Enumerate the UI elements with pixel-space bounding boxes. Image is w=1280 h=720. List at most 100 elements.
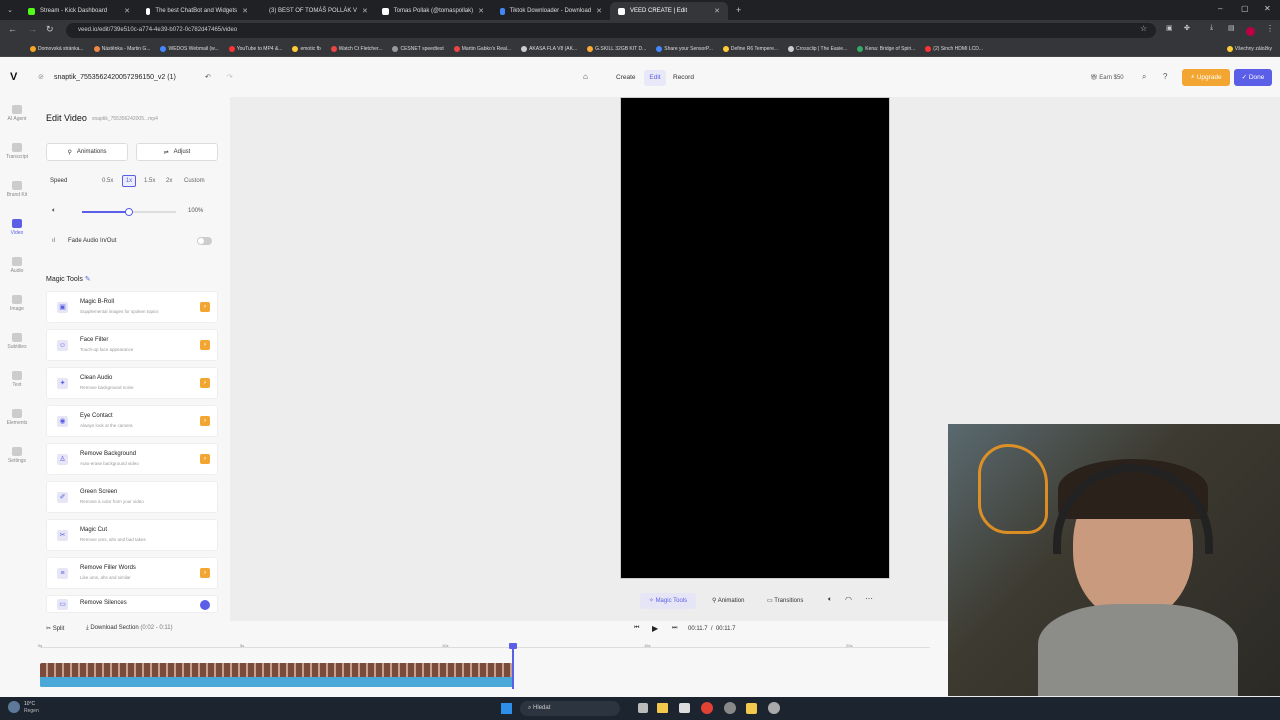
done-button[interactable]: ✓ Done	[1234, 69, 1272, 86]
home-icon[interactable]: ⌂	[583, 72, 588, 81]
speed-option-custom[interactable]: Custom	[184, 178, 205, 184]
project-title[interactable]: snaptik_7553562420057296150_v2 (1)	[54, 74, 176, 81]
tab-search-icon[interactable]: ⌄	[0, 6, 20, 14]
volume-knob[interactable]	[125, 208, 133, 216]
animation-button[interactable]: ⚲ Animation	[712, 597, 744, 604]
menu-icon[interactable]: ⋮	[1266, 24, 1274, 33]
bookmark-item[interactable]: YouTube to MP4 &...	[228, 46, 282, 52]
sidebar-icon[interactable]: ▤	[1228, 24, 1235, 32]
close-tab-icon[interactable]: ✕	[362, 7, 368, 15]
speed-option-2x[interactable]: 2x	[166, 178, 172, 184]
close-tab-icon[interactable]: ✕	[596, 7, 602, 15]
rail-settings[interactable]: Settings	[0, 447, 34, 464]
tool-magic-cut[interactable]: ✂ Magic Cut Remove ums, ahs and bad takes	[46, 519, 218, 551]
close-tab-icon[interactable]: ✕	[478, 7, 484, 15]
close-tab-icon[interactable]: ✕	[242, 7, 248, 15]
rail-elements[interactable]: Elements	[0, 409, 34, 426]
rail-ai-agent[interactable]: AI Agent	[0, 105, 34, 122]
close-window-icon[interactable]: ✕	[1264, 4, 1271, 13]
video-canvas[interactable]	[620, 97, 890, 579]
app-icon[interactable]	[746, 703, 757, 714]
speed-icon[interactable]: ◠	[845, 595, 852, 604]
playhead[interactable]	[512, 645, 514, 689]
rail-image[interactable]: Image	[0, 295, 34, 312]
browser-tab[interactable]: Tomas Pollak (@tomaspollak) ✕	[374, 2, 492, 20]
bookmark-item[interactable]: emotic fb	[292, 46, 321, 52]
back-icon[interactable]: ←	[8, 24, 17, 34]
speed-option-1x[interactable]: 1x	[122, 175, 136, 187]
speed-option-0-5x[interactable]: 0.5x	[102, 178, 113, 184]
profile-avatar[interactable]	[1246, 27, 1255, 36]
url-input[interactable]: veed.io/edit/739e510c-a774-4e39-b072-0c7…	[66, 23, 1156, 38]
browser-tab-active[interactable]: VEED CREATE | Edit ✕	[610, 2, 728, 20]
tool-remove-background[interactable]: ♙ Remove Background Auto-erase background …	[46, 443, 218, 475]
app-icon[interactable]	[679, 703, 690, 713]
app-icon[interactable]	[724, 702, 736, 714]
mode-record[interactable]: Record	[673, 74, 694, 81]
browser-tab[interactable]: The best ChatBot and Widgets ✕	[138, 2, 256, 20]
animations-button[interactable]: ⚲ Animations	[46, 143, 128, 161]
bookmark-item[interactable]: CESNET speedtest	[392, 46, 444, 52]
tool-remove-silences[interactable]: ▭ Remove Silences	[46, 595, 218, 613]
mode-edit[interactable]: Edit	[644, 70, 666, 86]
windows-start-icon[interactable]	[501, 703, 512, 714]
upgrade-button[interactable]: ⚡︎ Upgrade	[1182, 69, 1230, 86]
veed-logo[interactable]: V	[10, 71, 17, 83]
playhead-handle[interactable]	[509, 643, 517, 649]
redo-icon[interactable]: ↷	[227, 73, 233, 81]
bookmark-item[interactable]: AKASA FLA V8 (AK...	[521, 46, 577, 52]
minimize-icon[interactable]: –	[1218, 4, 1222, 13]
bookmark-item[interactable]: Domovská stránka...	[30, 46, 84, 52]
help-icon[interactable]: ?	[1163, 72, 1167, 81]
close-tab-icon[interactable]: ✕	[124, 7, 130, 15]
bookmark-item[interactable]: Martin Gabko's Real...	[453, 46, 511, 52]
extension-icon[interactable]: ▣	[1166, 24, 1173, 32]
more-options-icon[interactable]: ⋯	[865, 594, 873, 603]
all-bookmarks-item[interactable]: Všechny záložky	[1226, 46, 1272, 52]
speed-option-1-5x[interactable]: 1.5x	[144, 178, 155, 184]
split-button[interactable]: ✂ Split	[46, 625, 64, 632]
browser-tab[interactable]: Stream - Kick Dashboard ✕	[20, 2, 138, 20]
file-explorer-icon[interactable]	[657, 703, 668, 713]
volume-icon[interactable]: 🔈︎	[52, 207, 56, 215]
taskbar-search[interactable]: ⌕ Hledat	[520, 701, 620, 716]
extensions-puzzle-icon[interactable]: ✤	[1184, 24, 1190, 32]
rail-brand-kit[interactable]: Brand Kit	[0, 181, 34, 198]
browser-tab[interactable]: Tiktok Downloader - Download ✕	[492, 2, 610, 20]
bookmark-item[interactable]: G.SKILL 32GB KIT D...	[587, 46, 646, 52]
search-icon[interactable]: ⌕	[1142, 72, 1146, 82]
bookmark-item[interactable]: Crossclip | The Easie...	[788, 46, 847, 52]
download-section-button[interactable]: ⤓ Download Section (0:02 - 0:11)	[86, 625, 173, 632]
skip-back-icon[interactable]: ⏮︎	[634, 625, 639, 632]
bookmark-item[interactable]: Watch Ct Fletcher...	[330, 46, 382, 52]
download-icon[interactable]: ⤓	[1210, 24, 1213, 32]
rail-transcript[interactable]: Transcript	[0, 143, 34, 160]
bookmark-item[interactable]: Define R6 Tempere...	[722, 46, 778, 52]
rail-audio[interactable]: Audio	[0, 257, 34, 274]
rail-video[interactable]: Video	[0, 219, 34, 236]
tool-green-screen[interactable]: ✐ Green Screen Remove a color from your vi…	[46, 481, 218, 513]
adjust-button[interactable]: ⇌ Adjust	[136, 143, 218, 161]
fade-toggle[interactable]	[197, 237, 212, 245]
chrome-icon[interactable]	[701, 702, 713, 714]
bookmark-item[interactable]: Share your SensorP...	[656, 46, 713, 52]
earn-link[interactable]: 🎁︎ Earn $50	[1090, 74, 1124, 81]
magic-tools-button[interactable]: ✧ Magic Tools	[640, 593, 696, 609]
video-clip-track[interactable]	[40, 663, 513, 687]
browser-tab[interactable]: (3) BEST OF TOMÁŠ POLLÁK V ✕	[256, 2, 374, 20]
speaker-icon[interactable]: 🔈︎	[828, 596, 832, 604]
tool-face-filter[interactable]: ☺ Face Filter Touch-up face appearance ⚡︎	[46, 329, 218, 361]
app-icon[interactable]	[768, 702, 780, 714]
tool-remove-filler-words[interactable]: ≡ Remove Filler Words Like ums, ahs and si…	[46, 557, 218, 589]
close-tab-icon[interactable]: ✕	[714, 7, 720, 15]
rail-subtitles[interactable]: Subtitles	[0, 333, 34, 350]
play-icon[interactable]: ▶︎	[652, 624, 658, 633]
bookmark-item[interactable]: Kena: Bridge of Spiri...	[857, 46, 915, 52]
bookmark-item[interactable]: (2) Sinch HDMI LCD...	[925, 46, 983, 52]
task-view-icon[interactable]	[638, 703, 648, 713]
forward-icon[interactable]: →	[28, 24, 37, 34]
bookmark-star-icon[interactable]: ☆	[1140, 24, 1147, 33]
bookmark-item[interactable]: WEDOS Webmail (w...	[160, 46, 219, 52]
volume-slider[interactable]	[82, 208, 176, 216]
tool-magic-b-roll[interactable]: ▣ Magic B-Roll Supplemental images for spo…	[46, 291, 218, 323]
